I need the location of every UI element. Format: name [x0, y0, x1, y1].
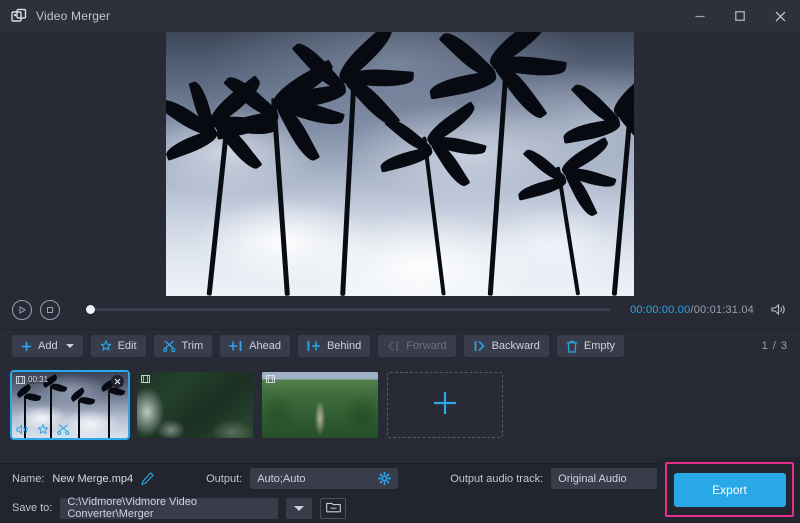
- behind-button[interactable]: Behind: [298, 335, 370, 357]
- gear-icon[interactable]: [378, 472, 391, 485]
- trash-icon: [566, 340, 578, 353]
- forward-button[interactable]: Forward: [378, 335, 455, 357]
- palm-tree: [248, 86, 308, 296]
- time-display: 00:00:00.00/00:01:31.04: [630, 304, 754, 316]
- clip-item-1[interactable]: 00:31: [12, 372, 128, 438]
- edit-button[interactable]: Edit: [91, 335, 146, 357]
- empty-button[interactable]: Empty: [557, 335, 624, 357]
- audio-track-value: Original Audio: [558, 473, 627, 485]
- clip-label: 00:31: [16, 375, 106, 384]
- folder-icon: [326, 501, 341, 516]
- browse-folder-button[interactable]: [320, 498, 346, 519]
- clip-label: [266, 375, 356, 383]
- scissors-icon: [163, 340, 176, 352]
- ahead-button[interactable]: Ahead: [220, 335, 290, 357]
- close-icon[interactable]: [760, 0, 800, 32]
- play-icon[interactable]: [12, 300, 32, 320]
- effect-icon[interactable]: [37, 424, 49, 435]
- palm-tree: [590, 96, 634, 296]
- audio-icon[interactable]: [16, 424, 29, 435]
- playback-controls: 00:00:00.00/00:01:31.04: [0, 290, 800, 330]
- seek-track: [86, 308, 610, 311]
- total-time: 00:01:31.04: [694, 304, 754, 316]
- chevron-down-icon[interactable]: [66, 344, 74, 348]
- video-preview-area[interactable]: [0, 32, 800, 290]
- window-title: Video Merger: [36, 9, 110, 23]
- volume-icon[interactable]: [771, 303, 786, 316]
- output-label: Output:: [206, 473, 242, 485]
- plus-icon: [21, 341, 32, 352]
- seek-handle[interactable]: [86, 305, 95, 314]
- plus-icon: [432, 390, 458, 421]
- video-merger-logo-icon: [10, 7, 28, 25]
- name-label: Name:: [12, 473, 44, 485]
- clip-item-2[interactable]: [137, 372, 253, 438]
- add-button[interactable]: Add: [12, 335, 83, 357]
- export-button[interactable]: Export: [674, 473, 786, 507]
- edit-button-label: Edit: [118, 340, 137, 352]
- clip-close-icon[interactable]: [111, 375, 124, 388]
- film-strip-icon: [266, 375, 275, 383]
- clip-strip: 00:31: [0, 362, 800, 463]
- video-preview-frame[interactable]: [166, 32, 634, 296]
- clip-label: [141, 375, 231, 383]
- ahead-button-label: Ahead: [249, 340, 281, 352]
- output-value: Auto;Auto: [257, 473, 305, 485]
- export-button-label: Export: [712, 483, 747, 497]
- trim-icon[interactable]: [57, 424, 70, 435]
- add-button-label: Add: [38, 340, 58, 352]
- backward-button[interactable]: Backward: [464, 335, 549, 357]
- stop-icon[interactable]: [40, 300, 60, 320]
- name-value: New Merge.mp4: [52, 473, 133, 485]
- save-to-label: Save to:: [12, 502, 52, 514]
- page-indicator: 1 / 3: [762, 340, 788, 352]
- save-to-value: C:\Vidmore\Vidmore Video Converter\Merge…: [67, 496, 271, 520]
- minimize-icon[interactable]: [680, 0, 720, 32]
- chevron-down-icon: [294, 506, 304, 511]
- forward-button-label: Forward: [406, 340, 446, 352]
- add-clip-button[interactable]: [387, 372, 503, 438]
- save-to-dropdown[interactable]: [286, 498, 312, 519]
- insert-ahead-icon: [229, 340, 243, 352]
- move-forward-icon: [387, 340, 400, 352]
- film-strip-icon: [16, 376, 25, 384]
- palm-tree: [466, 46, 526, 296]
- palm-tree: [536, 156, 596, 296]
- clip-tools: [16, 424, 70, 435]
- current-time: 00:00:00.00: [630, 304, 690, 316]
- palm-tree: [402, 126, 462, 296]
- move-backward-icon: [473, 340, 486, 352]
- trim-button[interactable]: Trim: [154, 335, 213, 357]
- maximize-icon[interactable]: [720, 0, 760, 32]
- behind-button-label: Behind: [327, 340, 361, 352]
- clip-duration: 00:31: [28, 375, 48, 384]
- film-strip-icon: [141, 375, 150, 383]
- title-bar: Video Merger: [0, 0, 800, 32]
- pencil-icon[interactable]: [141, 472, 154, 485]
- trim-button-label: Trim: [182, 340, 204, 352]
- output-field[interactable]: Auto;Auto: [250, 468, 398, 489]
- save-to-input[interactable]: C:\Vidmore\Vidmore Video Converter\Merge…: [60, 498, 278, 519]
- clip-item-3[interactable]: [262, 372, 378, 438]
- audio-track-label: Output audio track:: [450, 473, 543, 485]
- edit-toolbar: Add Edit Trim: [0, 330, 800, 362]
- empty-button-label: Empty: [584, 340, 615, 352]
- magic-wand-icon: [100, 340, 112, 352]
- export-highlight: Export: [665, 462, 794, 517]
- seek-slider[interactable]: [86, 303, 610, 317]
- insert-behind-icon: [307, 340, 321, 352]
- palm-tree: [316, 60, 376, 296]
- backward-button-label: Backward: [492, 340, 540, 352]
- video-merger-window: Video Merger: [0, 0, 800, 523]
